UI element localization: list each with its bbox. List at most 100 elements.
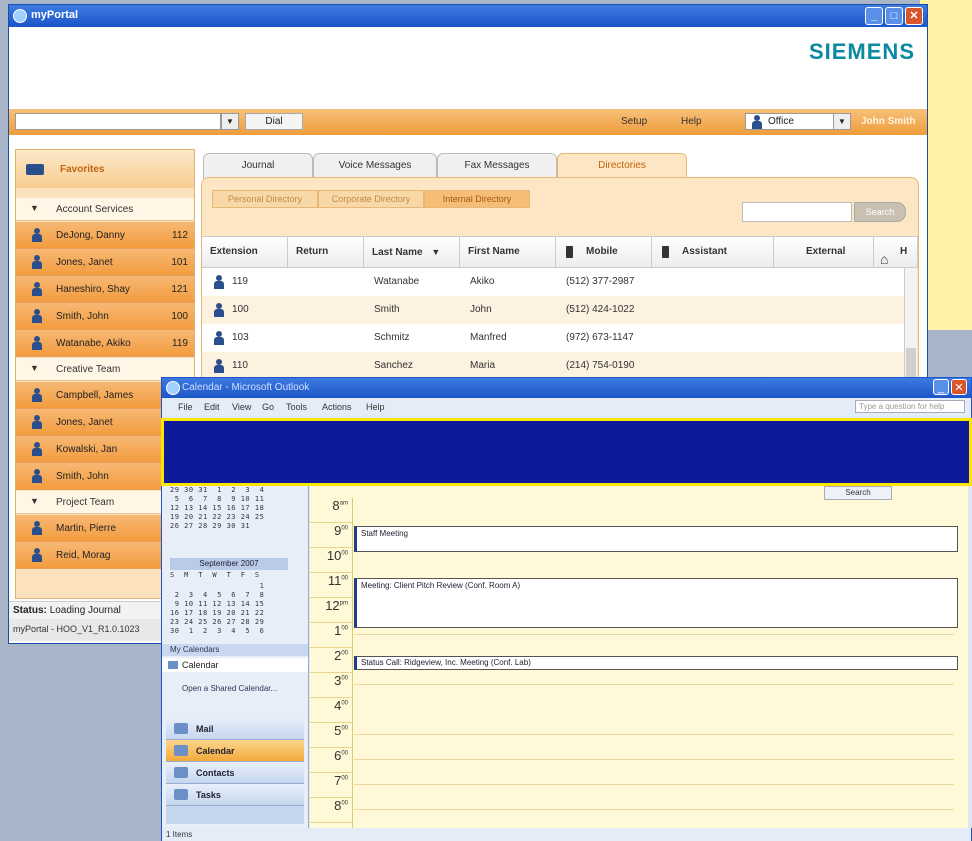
col-mobile[interactable]: Mobile [556, 237, 652, 267]
person-icon [214, 303, 224, 317]
hour-suffix: 00 [341, 675, 348, 682]
time-slot[interactable] [354, 735, 954, 760]
tab-directories[interactable]: Directories [557, 153, 687, 180]
appointment-client-pitch-review[interactable]: Meeting: Client Pitch Review (Conf. Room… [354, 578, 958, 628]
calendar-scrollbar[interactable] [968, 482, 972, 828]
close-icon[interactable]: ✕ [951, 379, 967, 395]
time-slot[interactable] [354, 760, 954, 785]
mini-calendar-row[interactable]: 12 13 14 15 16 17 18 [170, 504, 288, 512]
contact-row[interactable]: DeJong, Danny 112 [16, 222, 194, 249]
col-return[interactable]: Return [288, 237, 364, 267]
subtab-personal-directory[interactable]: Personal Directory [212, 190, 318, 208]
calendar-list-item[interactable]: Calendar [162, 658, 308, 672]
col-extension[interactable]: Extension [202, 237, 288, 267]
contact-row[interactable]: Jones, Janet 101 [16, 249, 194, 276]
my-calendars-header[interactable]: My Calendars [162, 644, 308, 656]
dial-button[interactable]: Dial [245, 113, 303, 130]
hour-label: 12pm [310, 598, 352, 623]
appointment-staff-meeting[interactable]: Staff Meeting [354, 526, 958, 552]
mini-calendar-row[interactable]: 5 6 7 8 9 10 11 [170, 495, 288, 503]
mini-calendar-row[interactable]: 16 17 18 19 20 21 22 [170, 609, 288, 617]
time-slot[interactable] [354, 785, 954, 810]
col-assistant[interactable]: Assistant [652, 237, 774, 267]
hour-suffix: am [339, 500, 348, 507]
hour-suffix: 00 [341, 550, 348, 557]
group-account-services[interactable]: ▼ Account Services [16, 198, 194, 221]
hour-label: 500 [310, 723, 352, 748]
ask-question-input[interactable]: Type a question for help [855, 400, 965, 413]
dial-dropdown-icon[interactable]: ▼ [221, 113, 239, 130]
menu-actions[interactable]: Actions [322, 402, 352, 412]
mini-calendar-row[interactable]: 23 24 25 26 27 28 29 [170, 618, 288, 626]
app-icon [13, 9, 27, 23]
nav-shortcuts-bar[interactable] [166, 806, 304, 824]
collapse-arrow-icon[interactable]: ▼ [30, 496, 39, 506]
time-slot[interactable] [354, 710, 954, 735]
cell-last-name: Schmitz [374, 332, 410, 343]
collapse-arrow-icon[interactable]: ▼ [30, 203, 39, 213]
col-last-name[interactable]: Last Name ▼ [364, 237, 460, 267]
hour-suffix: 00 [341, 525, 348, 532]
table-row[interactable]: 100 Smith John (512) 424-1022 [202, 296, 908, 325]
calendar-search-button[interactable]: Search [824, 486, 892, 500]
outlook-titlebar: Calendar - Microsoft Outlook _ ✕ [162, 378, 971, 398]
help-link[interactable]: Help [681, 116, 702, 127]
col-first-name[interactable]: First Name [460, 237, 556, 267]
menu-file[interactable]: File [178, 402, 193, 412]
mini-calendar-row[interactable]: 9 10 11 12 13 14 15 [170, 600, 288, 608]
favorites-header: Favorites [16, 150, 194, 188]
cell-first-name: Akiko [470, 276, 495, 287]
hour-label: 8am [310, 498, 352, 523]
tasks-icon [174, 789, 188, 800]
menu-edit[interactable]: Edit [204, 402, 220, 412]
tab-voice-messages[interactable]: Voice Messages [313, 153, 437, 179]
table-row[interactable]: 103 Schmitz Manfred (972) 673-1147 [202, 324, 908, 353]
outlook-window-title: Calendar - Microsoft Outlook [182, 382, 310, 393]
menu-help[interactable]: Help [366, 402, 385, 412]
hour-label: 200 [310, 648, 352, 673]
contact-row[interactable]: Haneshiro, Shay 121 [16, 276, 194, 303]
contact-row[interactable]: Smith, John 100 [16, 303, 194, 330]
subtab-internal-directory[interactable]: Internal Directory [424, 190, 530, 208]
tab-journal[interactable]: Journal [203, 153, 313, 179]
contact-extension: 100 [171, 311, 188, 322]
time-column: 8am 900 1000 1100 12pm 100 200 300 400 5… [310, 498, 353, 828]
cell-last-name: Smith [374, 304, 400, 315]
nav-mail[interactable]: Mail [166, 718, 304, 740]
directory-search-input[interactable] [742, 202, 852, 222]
nav-contacts[interactable]: Contacts [166, 762, 304, 784]
subtab-corporate-directory[interactable]: Corporate Directory [318, 190, 424, 208]
mini-calendar-row[interactable]: 19 20 21 22 23 24 25 [170, 513, 288, 521]
hour-label: 600 [310, 748, 352, 773]
contact-row[interactable]: Watanabe, Akiko 119 [16, 330, 194, 357]
setup-link[interactable]: Setup [621, 116, 647, 127]
menu-view[interactable]: View [232, 402, 251, 412]
mail-icon [174, 723, 188, 734]
menu-tools[interactable]: Tools [286, 402, 307, 412]
maximize-icon[interactable]: □ [885, 7, 903, 25]
mini-calendar-row[interactable]: 26 27 28 29 30 31 [170, 522, 288, 530]
minimize-icon[interactable]: _ [933, 379, 949, 395]
nav-calendar[interactable]: Calendar [166, 740, 304, 762]
person-icon [32, 548, 42, 562]
appointment-status-call[interactable]: Status Call: Ridgeview, Inc. Meeting (Co… [354, 656, 958, 670]
mini-calendar-row[interactable]: 2 3 4 5 6 7 8 [170, 591, 288, 599]
collapse-arrow-icon[interactable]: ▼ [30, 363, 39, 373]
mini-calendar-row[interactable]: 1 [170, 582, 288, 590]
nav-tasks[interactable]: Tasks [166, 784, 304, 806]
open-shared-calendar-link[interactable]: Open a Shared Calendar... [182, 684, 277, 693]
dial-number-input[interactable] [15, 113, 221, 130]
minimize-icon[interactable]: _ [865, 7, 883, 25]
nav-tasks-label: Tasks [196, 790, 221, 800]
col-external[interactable]: External [774, 237, 874, 267]
search-button[interactable]: Search [854, 202, 906, 222]
directory-grid-header: Extension Return Last Name ▼ First Name … [202, 236, 918, 268]
tab-fax-messages[interactable]: Fax Messages [437, 153, 557, 179]
close-icon[interactable]: ✕ [905, 7, 923, 25]
table-row[interactable]: 119 Watanabe Akiko (512) 377-2987 [202, 268, 908, 297]
menu-go[interactable]: Go [262, 402, 274, 412]
presence-dropdown-icon[interactable]: ▼ [833, 113, 851, 130]
mini-calendar-row[interactable]: 29 30 31 1 2 3 4 [170, 486, 288, 494]
mini-calendar-row[interactable]: 30 1 2 3 4 5 6 [170, 627, 288, 635]
col-home[interactable]: ⌂ H [874, 237, 918, 267]
